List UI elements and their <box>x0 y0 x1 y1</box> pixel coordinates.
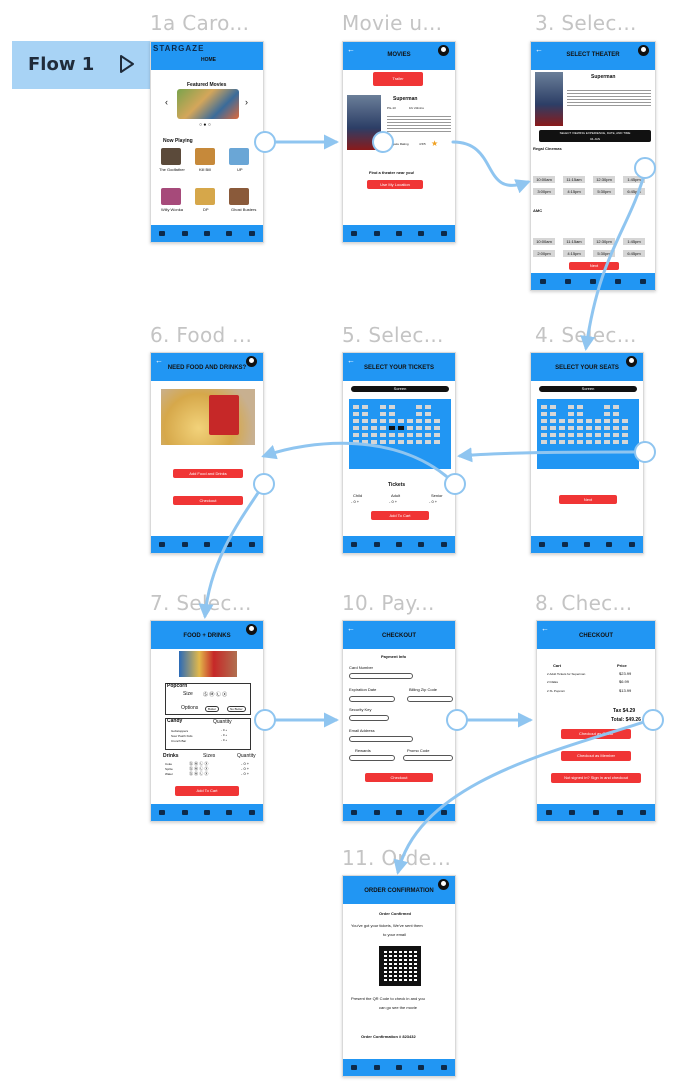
hotspot-cart[interactable] <box>642 709 664 731</box>
hotspot-fooddrinks[interactable] <box>254 709 276 731</box>
hotspot-theater[interactable] <box>634 157 656 179</box>
hotspot-payment[interactable] <box>446 709 468 731</box>
hotspot-seats[interactable] <box>634 441 656 463</box>
connector-movie-to-theater <box>451 140 531 194</box>
flow-connectors <box>198 134 652 875</box>
hotspot-food[interactable] <box>253 473 275 495</box>
hotspot-movie[interactable] <box>372 131 394 153</box>
hotspot-tickets[interactable] <box>444 473 466 495</box>
connector-seats-to-tickets <box>457 447 648 463</box>
connector-cart-to-confirmation <box>393 718 652 875</box>
hotspot-home[interactable] <box>254 131 276 153</box>
connector-theater-to-seats <box>580 166 648 351</box>
connector-tickets-to-food <box>261 441 457 486</box>
connector-food-to-fooddrinks <box>198 482 266 619</box>
